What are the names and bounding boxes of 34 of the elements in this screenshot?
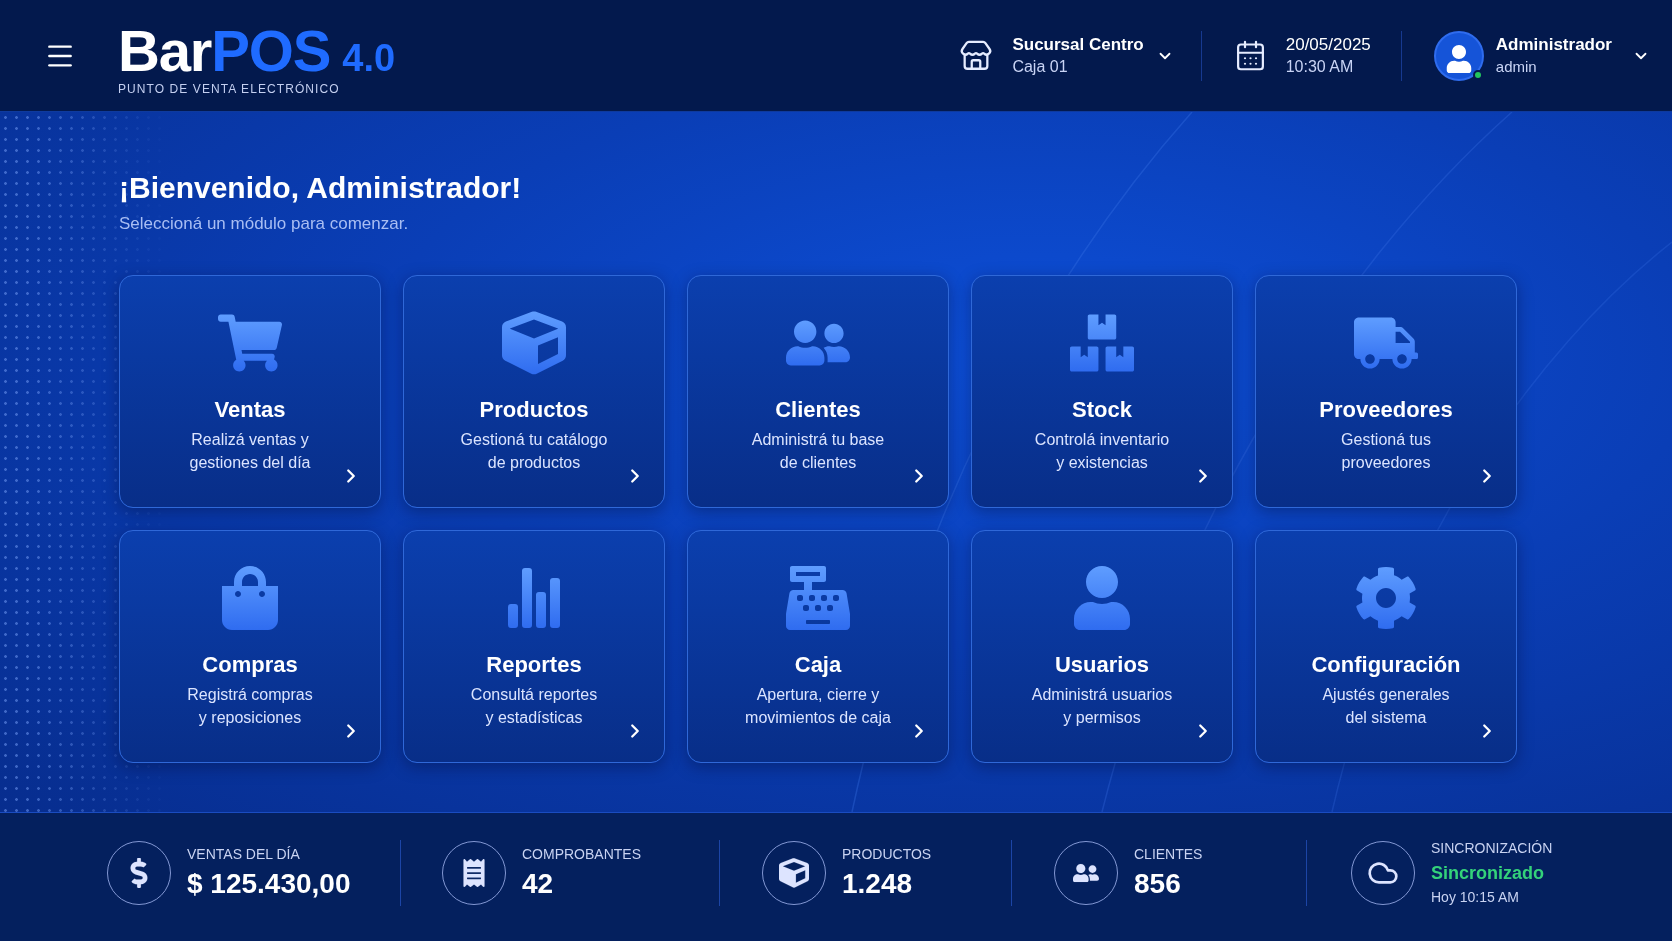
stat-label: VENTAS DEL DÍA bbox=[187, 845, 301, 863]
module-card[interactable]: Usuarios Administrá usuarios y permisos bbox=[971, 530, 1233, 763]
date-text: 20/05/2025 bbox=[1285, 33, 1371, 56]
module-card[interactable]: Clientes Administrá tu base de clientes bbox=[687, 275, 949, 508]
sync-time: Hoy 10:15 AM bbox=[1431, 888, 1520, 907]
settings-icon bbox=[1354, 566, 1418, 630]
sync-status: Sincronizado bbox=[1431, 862, 1545, 885]
stat-label: PRODUCTOS bbox=[842, 845, 932, 863]
welcome-subtitle: Seleccioná un módulo para comenzar. bbox=[119, 213, 410, 235]
stat-value: $ 125.430,00 bbox=[187, 867, 351, 901]
stat-label: COMPROBANTES bbox=[522, 845, 641, 863]
app-logo: BarPOS bbox=[118, 22, 331, 80]
module-card[interactable]: Ventas Realizá ventas y gestiones del día bbox=[119, 275, 381, 508]
time-text: 10:30 AM bbox=[1285, 56, 1355, 77]
module-card[interactable]: Stock Controlá inventario y existencias bbox=[971, 275, 1233, 508]
stat-label: SINCRONIZACIÓN bbox=[1431, 839, 1553, 857]
app-tagline: PUNTO DE VENTA ELECTRÓNICO bbox=[118, 82, 341, 96]
stat-label: CLIENTES bbox=[1134, 845, 1203, 863]
module-card[interactable]: Compras Registrá compras y reposiciones bbox=[119, 530, 381, 763]
stat-value: 1.248 bbox=[842, 867, 914, 901]
stat-value: 42 bbox=[522, 867, 555, 901]
user-menu[interactable]: Administrador admin bbox=[1433, 30, 1650, 81]
store-icon bbox=[959, 38, 994, 73]
module-card[interactable]: Caja Apertura, cierre y movimientos de caja bbox=[687, 530, 949, 763]
module-card[interactable]: Configuración Ajustés generales del sistema bbox=[1255, 530, 1517, 763]
stat-value: 856 bbox=[1134, 867, 1182, 901]
version-label: 4.0 bbox=[342, 39, 396, 77]
branch-selector[interactable]: Sucursal Centro Caja 01 bbox=[959, 33, 1174, 78]
module-card[interactable]: Reportes Consultá reportes y estadísticas bbox=[403, 530, 665, 763]
cube-icon bbox=[502, 311, 566, 375]
cash-register-icon bbox=[786, 566, 850, 630]
module-card[interactable]: Productos Gestioná tu catálogo de productos bbox=[403, 275, 665, 508]
welcome-title: ¡Bienvenido, Administrador! bbox=[119, 170, 523, 206]
module-card[interactable]: Proveedores Gestioná tus proveedores bbox=[1255, 275, 1517, 508]
